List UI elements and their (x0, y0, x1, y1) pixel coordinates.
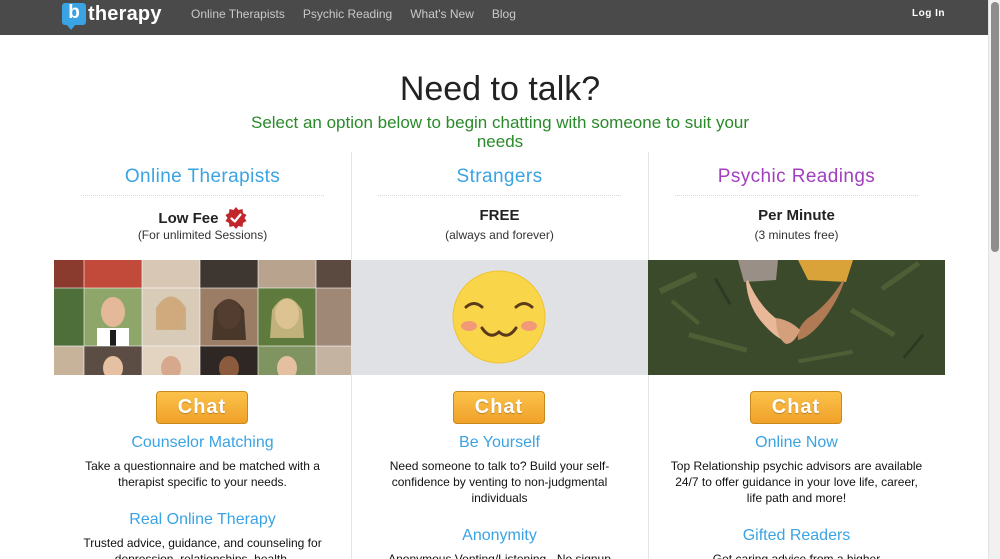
column-title[interactable]: Psychic Readings (648, 166, 945, 188)
feature-text: Anonymous Venting/Listening - No signup (388, 552, 611, 559)
chat-button-therapists[interactable]: Chat (156, 391, 248, 424)
holding-hands-grass-image (648, 260, 945, 375)
price-note: (3 minutes free) (754, 228, 839, 242)
feature-text: Need someone to talk to? Build your self… (389, 459, 610, 505)
nav-link-online-therapists[interactable]: Online Therapists (191, 7, 285, 21)
feature-title: Online Now (755, 434, 838, 451)
title-divider (378, 195, 621, 196)
feature-title: Counselor Matching (131, 434, 274, 451)
price-note: (always and forever) (445, 228, 554, 242)
option-strangers: Strangers FREE (always and forever) Chat… (351, 152, 648, 559)
scrollbar-thumb[interactable] (991, 2, 999, 252)
feature-text: Top Relationship psychic advisors are av… (670, 459, 923, 505)
psychic-image (648, 260, 945, 375)
nav-link-whats-new[interactable]: What's New (410, 7, 474, 21)
checkmark-badge-icon (225, 207, 247, 229)
title-divider (675, 195, 918, 196)
feature-title: Anonymity (462, 527, 537, 544)
main-nav: Online Therapists Psychic Reading What's… (191, 7, 534, 21)
feature-text: Trusted advice, guidance, and counseling… (83, 536, 322, 559)
nav-link-blog[interactable]: Blog (492, 7, 516, 21)
chat-button-psychic[interactable]: Chat (750, 391, 842, 424)
title-divider (81, 195, 324, 196)
price-label: Low Fee (54, 207, 351, 229)
nav-link-psychic-reading[interactable]: Psychic Reading (303, 7, 392, 21)
therapist-faces-grid-image (54, 260, 351, 375)
top-nav-bar: b therapy Online Therapists Psychic Read… (0, 0, 988, 35)
price-text: FREE (479, 207, 520, 224)
feature-text: Get caring advice from a higher (712, 552, 881, 559)
chat-button-strangers[interactable]: Chat (453, 391, 545, 424)
option-online-therapists: Online Therapists Low Fee (For unlimited… (54, 152, 351, 559)
page-subtitle: Select an option below to begin chatting… (250, 113, 750, 151)
feature-title: Be Yourself (459, 434, 540, 451)
page-title: Need to talk? (399, 70, 601, 108)
column-title[interactable]: Online Therapists (54, 166, 351, 188)
logo-text: therapy (88, 2, 162, 25)
column-title[interactable]: Strangers (351, 166, 648, 188)
smiley-face-icon (452, 270, 546, 364)
price-text: Low Fee (158, 210, 219, 227)
therapists-photo-grid (54, 260, 351, 375)
price-note: (For unlimited Sessions) (137, 228, 268, 242)
logo-icon: b (62, 3, 86, 30)
feature-title: Gifted Readers (742, 527, 851, 544)
logo[interactable]: b therapy (62, 2, 162, 30)
price-text: Per Minute (758, 207, 835, 224)
option-psychic-readings: Psychic Readings Per Minute (3 minutes f… (648, 152, 945, 559)
feature-text: Take a questionnaire and be matched with… (85, 459, 320, 489)
strangers-image (351, 260, 648, 375)
login-link[interactable]: Log In (912, 8, 945, 19)
feature-title: Real Online Therapy (129, 511, 276, 528)
